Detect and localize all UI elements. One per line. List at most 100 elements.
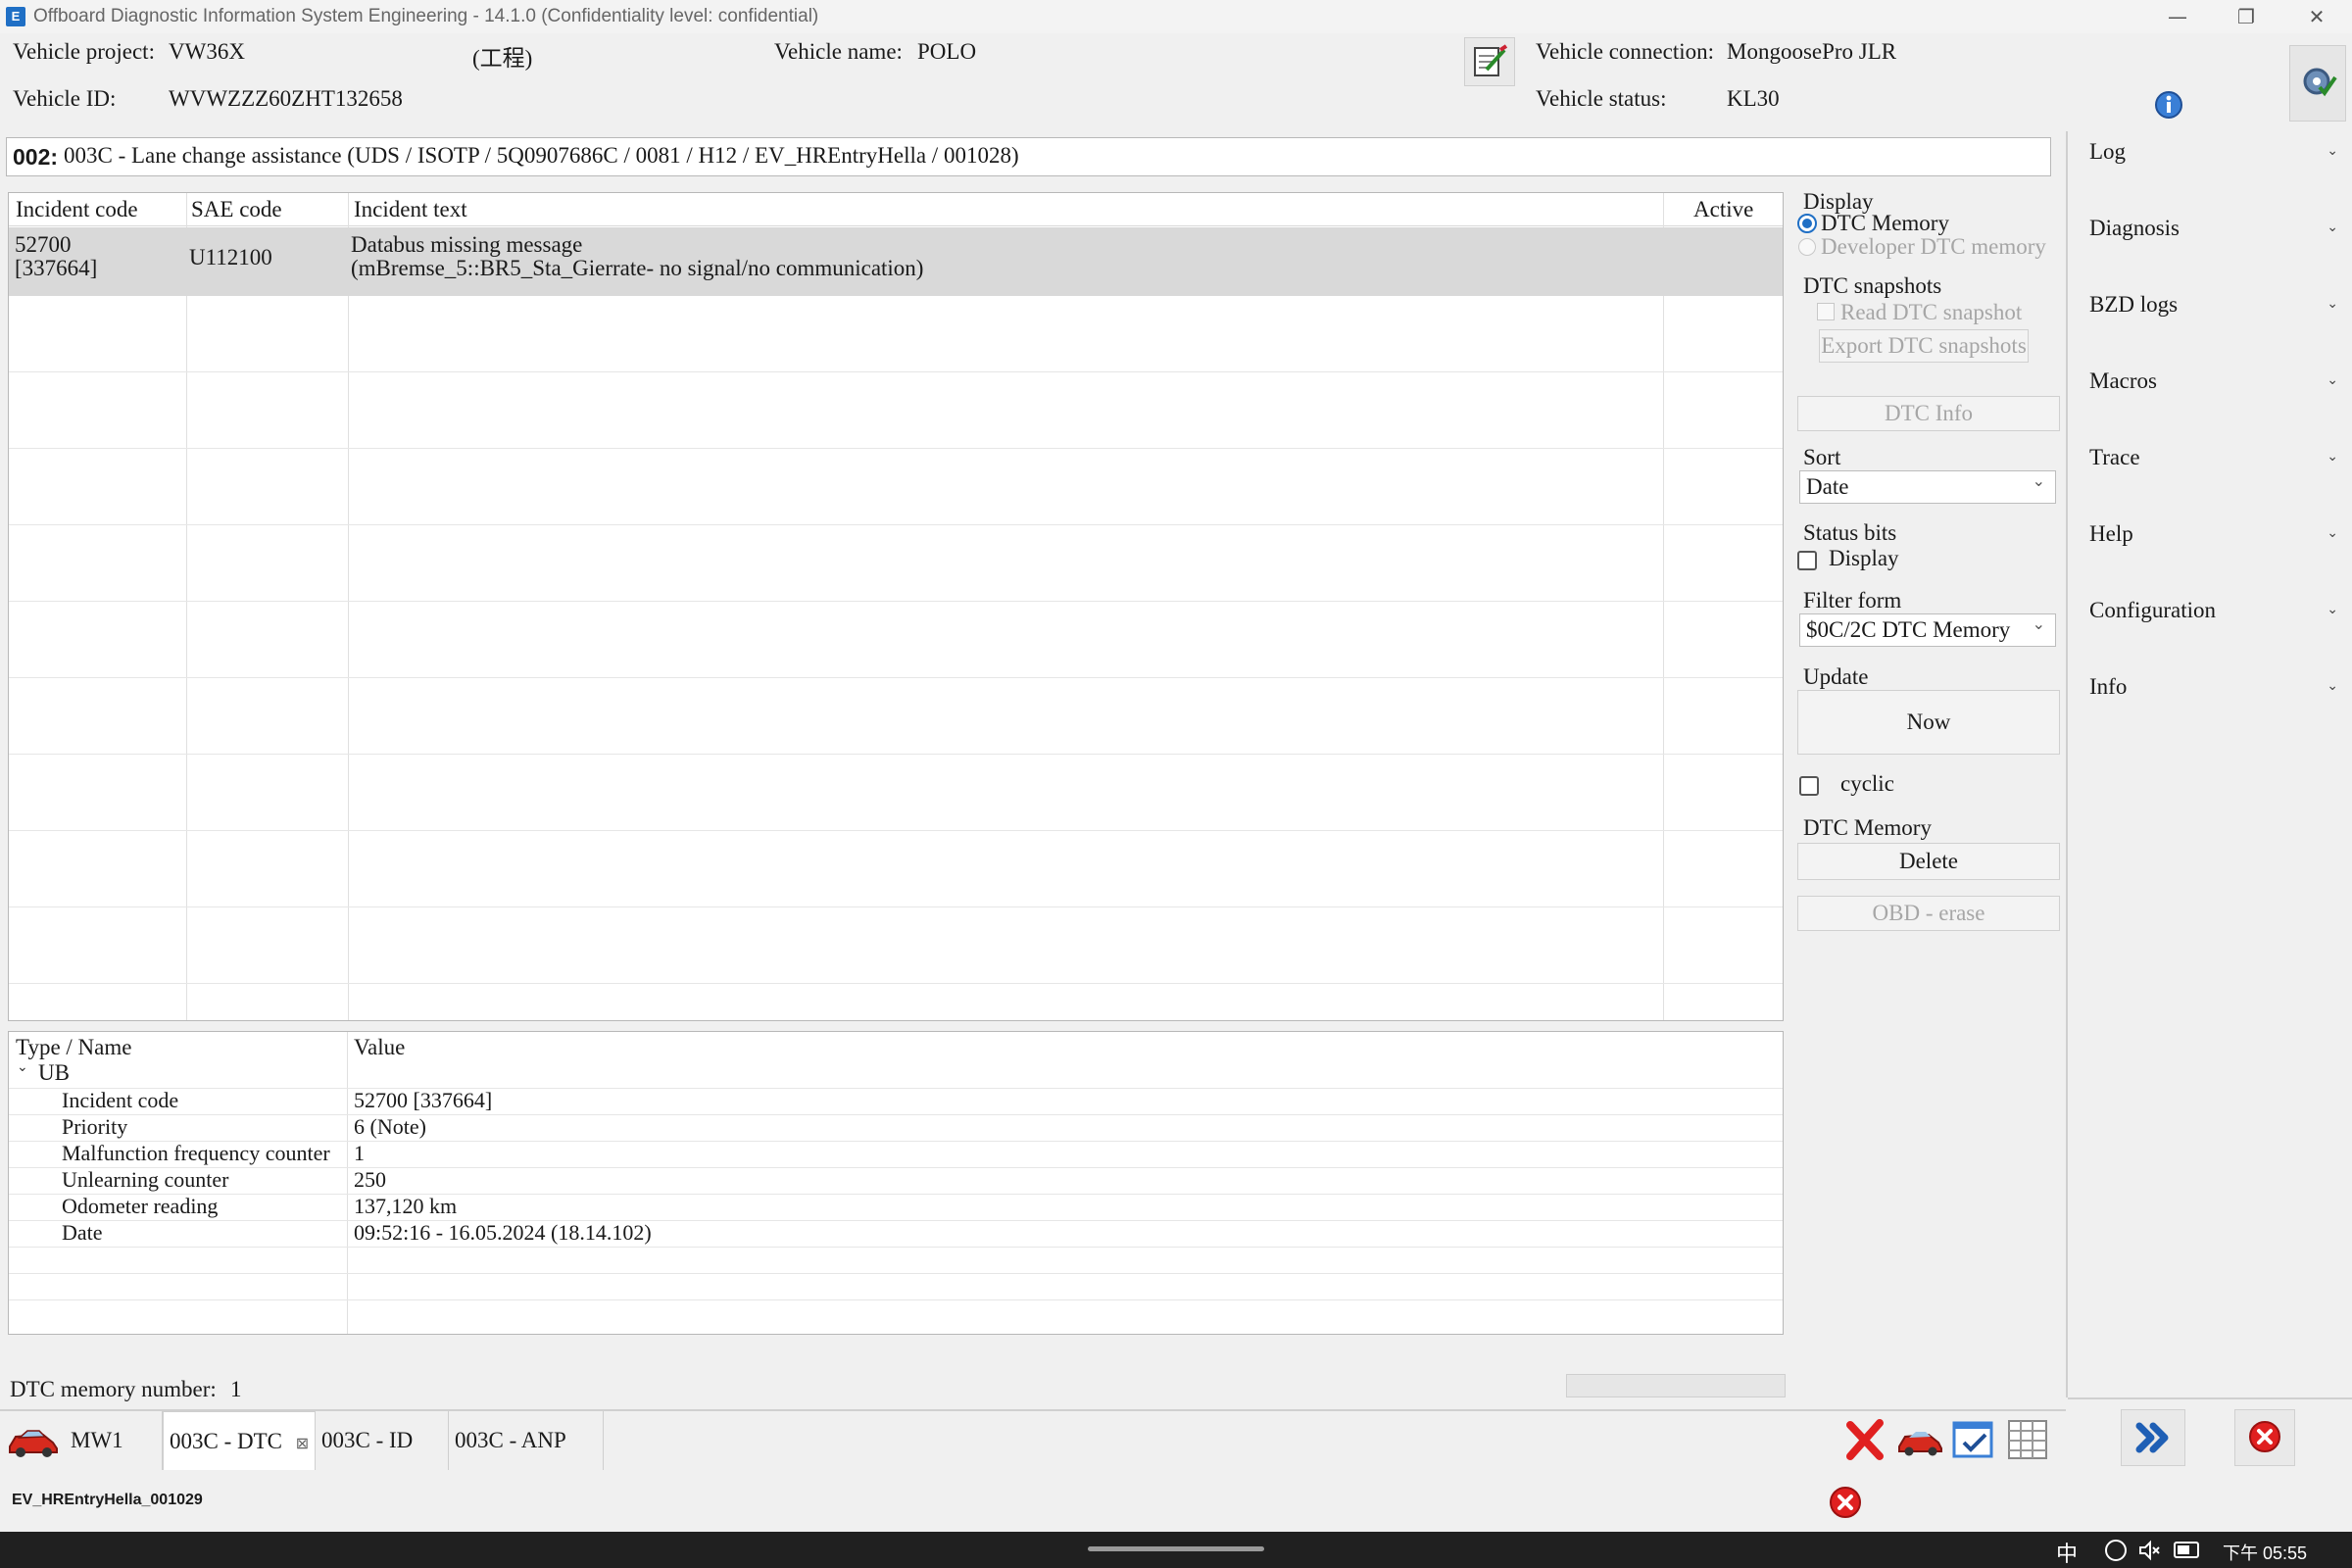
tab-mw1-label: MW1 — [71, 1428, 123, 1452]
detail-value-date: 09:52:16 - 16.05.2024 (18.14.102) — [354, 1220, 652, 1245]
sort-select-value: Date — [1806, 474, 1849, 499]
tab-mw1[interactable]: MW1 — [65, 1411, 163, 1470]
col-type-name[interactable]: Type / Name — [16, 1035, 131, 1060]
minimize-button[interactable]: — — [2148, 0, 2207, 33]
tab-003c-dtc[interactable]: 003C - DTC ⊠ — [163, 1411, 316, 1470]
display-radio-dtc-memory[interactable] — [1797, 214, 1817, 233]
tab-003c-id-label: 003C - ID — [321, 1428, 414, 1452]
settings-gear-icon[interactable] — [2289, 45, 2346, 122]
menu-item-trace[interactable]: Trace ⌄ — [2068, 437, 2352, 476]
menu-label-log: Log — [2089, 139, 2127, 164]
globe-icon[interactable] — [2105, 1540, 2127, 1561]
menu-item-diagnosis[interactable]: Diagnosis ⌄ — [2068, 208, 2352, 247]
forward-double-arrow-icon[interactable] — [2121, 1409, 2185, 1466]
delete-button[interactable]: Delete — [1797, 843, 2060, 880]
menu-item-info[interactable]: Info ⌄ — [2068, 666, 2352, 706]
dtc-info-button[interactable]: DTC Info — [1797, 396, 2060, 431]
ime-indicator[interactable]: 中 — [2056, 1537, 2078, 1568]
display-radio-developer[interactable] — [1798, 238, 1816, 256]
col-value[interactable]: Value — [354, 1035, 405, 1060]
filter-select[interactable]: $0C/2C DTC Memory ⌄ — [1799, 613, 2056, 647]
grid-table-icon[interactable] — [2005, 1417, 2050, 1462]
dtc-memory-number-value: 1 — [230, 1377, 242, 1401]
update-now-button[interactable]: Now — [1797, 690, 2060, 755]
ecu-info-bar: 002: 003C - Lane change assistance (UDS … — [6, 137, 2051, 176]
menu-label-macros: Macros — [2089, 368, 2157, 393]
detail-value-unlearning-counter: 250 — [354, 1167, 386, 1192]
detail-value-malfunction-counter: 1 — [354, 1141, 365, 1165]
col-sae-code[interactable]: SAE code — [191, 197, 282, 222]
detail-value-priority: 6 (Note) — [354, 1114, 426, 1139]
menu-item-help[interactable]: Help ⌄ — [2068, 514, 2352, 553]
read-snapshot-checkbox[interactable] — [1817, 303, 1835, 320]
error-indicator-icon[interactable] — [1829, 1486, 1862, 1519]
detail-name-date: Date — [62, 1220, 103, 1245]
detail-group-ub[interactable]: UB — [38, 1060, 70, 1086]
menu-label-configuration: Configuration — [2089, 598, 2217, 622]
menu-label-trace: Trace — [2089, 445, 2140, 469]
obd-erase-button[interactable]: OBD - erase — [1797, 896, 2060, 931]
os-taskbar: 中 下午 05:55 — [0, 1532, 2352, 1568]
dtc-memory-number-label: DTC memory number: — [10, 1377, 217, 1401]
exit-close-icon[interactable] — [2234, 1409, 2295, 1466]
read-snapshot-label: Read DTC snapshot — [1840, 300, 2023, 324]
close-button[interactable]: ✕ — [2287, 0, 2346, 33]
display-option-developer[interactable]: Developer DTC memory — [1821, 234, 2046, 260]
detail-name-priority: Priority — [62, 1114, 128, 1139]
info-icon[interactable] — [2152, 88, 2185, 122]
tab-003c-id[interactable]: 003C - ID — [316, 1411, 449, 1470]
tab-003c-anp[interactable]: 003C - ANP — [449, 1411, 604, 1470]
cancel-x-icon[interactable] — [1842, 1417, 1887, 1462]
snapshots-group-label: DTC snapshots — [1803, 273, 1942, 298]
ecu-number: 002: — [13, 144, 59, 170]
menu-label-info: Info — [2089, 674, 2128, 699]
window-title: Offboard Diagnostic Information System E… — [33, 6, 819, 26]
expand-chevron-icon[interactable]: ⌄ — [17, 1059, 28, 1075]
detail-name-incident-code: Incident code — [62, 1088, 179, 1112]
menu-item-bzd-logs[interactable]: BZD logs ⌄ — [2068, 284, 2352, 323]
menu-label-bzd-logs: BZD logs — [2089, 292, 2179, 317]
display-option-dtc-memory[interactable]: DTC Memory — [1821, 211, 1949, 236]
dtc-table-header: Incident code SAE code Incident text Act… — [9, 193, 1783, 226]
restore-button[interactable]: ❐ — [2217, 0, 2276, 33]
checklist-icon[interactable] — [1950, 1417, 1997, 1462]
tab-003c-anp-label: 003C - ANP — [455, 1428, 566, 1452]
detail-name-unlearning-counter: Unlearning counter — [62, 1167, 229, 1192]
vehicle-connect-icon[interactable] — [1895, 1421, 1944, 1460]
dtc-table: Incident code SAE code Incident text Act… — [8, 192, 1784, 1021]
taskbar-clock[interactable]: 下午 05:55 — [2223, 1540, 2307, 1565]
status-bits-display-label: Display — [1829, 546, 1899, 570]
chevron-down-icon: ⌄ — [2032, 614, 2045, 633]
chevron-down-icon: ⌄ — [2327, 372, 2338, 388]
export-snapshots-button[interactable]: Export DTC snapshots — [1819, 329, 2029, 363]
table-row[interactable]: 52700 [337664] U112100 Databus missing m… — [9, 227, 1783, 296]
menu-item-configuration[interactable]: Configuration ⌄ — [2068, 590, 2352, 629]
update-group-label: Update — [1803, 664, 1869, 689]
tab-close-icon[interactable]: ⊠ — [296, 1434, 309, 1452]
vehicle-id-label: Vehicle ID: — [13, 86, 117, 111]
speaker-muted-icon[interactable] — [2138, 1540, 2162, 1561]
battery-icon[interactable] — [2174, 1542, 2199, 1558]
cyclic-label: cyclic — [1840, 771, 1894, 796]
sort-select[interactable]: Date ⌄ — [1799, 470, 2056, 504]
menu-item-log[interactable]: Log ⌄ — [2068, 131, 2352, 171]
vehicle-project-label: Vehicle project: — [13, 39, 155, 64]
cyclic-checkbox[interactable] — [1799, 776, 1819, 796]
detail-value-odometer: 137,120 km — [354, 1194, 458, 1218]
detail-name-odometer: Odometer reading — [62, 1194, 219, 1218]
status-bits-display-checkbox[interactable] — [1797, 551, 1817, 570]
detail-value-incident-code: 52700 [337664] — [354, 1088, 493, 1112]
chevron-down-icon: ⌄ — [2327, 143, 2338, 159]
side-menu: Log ⌄ Diagnosis ⌄ BZD logs ⌄ Macros ⌄ Tr… — [2066, 131, 2352, 1399]
row-incident-code: 52700 — [15, 232, 72, 257]
vehicle-project-value: VW36X — [169, 39, 245, 64]
status-bar: EV_HREntryHella_001029 — [0, 1470, 2352, 1532]
col-incident-code[interactable]: Incident code — [16, 197, 138, 222]
row-incident-code-sub: [337664] — [15, 256, 98, 280]
menu-item-macros[interactable]: Macros ⌄ — [2068, 361, 2352, 400]
tab-003c-dtc-label: 003C - DTC — [170, 1429, 282, 1453]
col-active[interactable]: Active — [1693, 197, 1753, 222]
vehicle-car-icon[interactable] — [4, 1419, 61, 1462]
col-incident-text[interactable]: Incident text — [354, 197, 467, 222]
notepad-icon[interactable] — [1464, 37, 1515, 86]
